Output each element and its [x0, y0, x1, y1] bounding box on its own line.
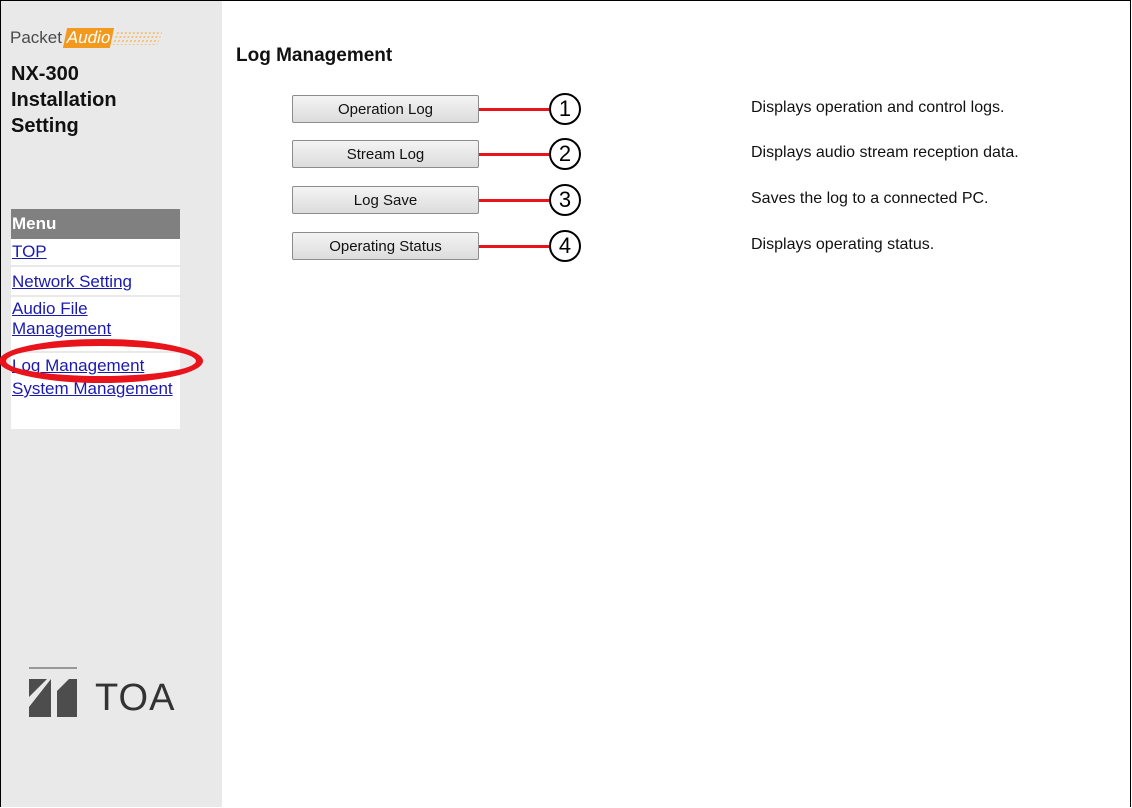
- toa-mark-icon: [29, 679, 77, 717]
- row-description: Displays audio stream reception data.: [751, 144, 1019, 161]
- callout-line: [479, 199, 551, 202]
- product-model: NX-300: [11, 63, 79, 85]
- menu-link-network-setting[interactable]: Network Setting: [12, 272, 132, 291]
- toa-logo: TOA: [27, 663, 177, 723]
- product-subtitle-1: Installation: [11, 89, 117, 111]
- product-subtitle-2: Setting: [11, 115, 79, 137]
- callout-number: 3: [549, 184, 581, 216]
- menu-item-system-management: System Management: [11, 379, 180, 431]
- page-title: Log Management: [236, 45, 393, 66]
- main-content: Log Management Operation Log 1 Displays …: [222, 0, 1132, 808]
- callout-number: 4: [549, 230, 581, 262]
- menu-link-top[interactable]: TOP: [12, 242, 47, 261]
- menu-header: Menu: [11, 209, 180, 239]
- operating-status-button[interactable]: Operating Status: [292, 232, 479, 260]
- sidebar: Packet Audio NX-300 Installation Setting…: [0, 1, 222, 807]
- logo-audio-text: Audio: [62, 28, 115, 48]
- menu-link-audio-file-management[interactable]: Audio File Management: [12, 299, 111, 338]
- operation-log-button[interactable]: Operation Log: [292, 95, 479, 123]
- product-title: NX-300 Installation Setting: [11, 61, 211, 139]
- callout-line: [479, 108, 551, 111]
- log-save-button[interactable]: Log Save: [292, 186, 479, 214]
- menu-item-network-setting: Network Setting: [11, 267, 180, 297]
- callout-line: [479, 153, 551, 156]
- menu-link-log-management[interactable]: Log Management: [12, 356, 144, 375]
- logo-packet-text: Packet: [10, 28, 62, 47]
- row-description: Displays operating status.: [751, 236, 935, 253]
- toa-logo-rule: [29, 667, 77, 669]
- callout-line: [479, 245, 551, 248]
- row-description: Saves the log to a connected PC.: [751, 190, 989, 207]
- callout-number: 1: [549, 93, 581, 125]
- callout-number: 2: [549, 138, 581, 170]
- stream-log-button[interactable]: Stream Log: [292, 140, 479, 168]
- toa-logo-text: TOA: [95, 677, 176, 719]
- packetaudio-logo: Packet Audio: [10, 27, 164, 49]
- menu-link-system-management[interactable]: System Management: [12, 379, 173, 398]
- menu-item-audio-file-management: Audio File Management: [11, 297, 180, 353]
- row-description: Displays operation and control logs.: [751, 99, 1005, 116]
- logo-dots: [111, 31, 164, 45]
- menu: Menu TOP Network Setting Audio File Mana…: [11, 209, 180, 431]
- menu-item-top: TOP: [11, 239, 180, 267]
